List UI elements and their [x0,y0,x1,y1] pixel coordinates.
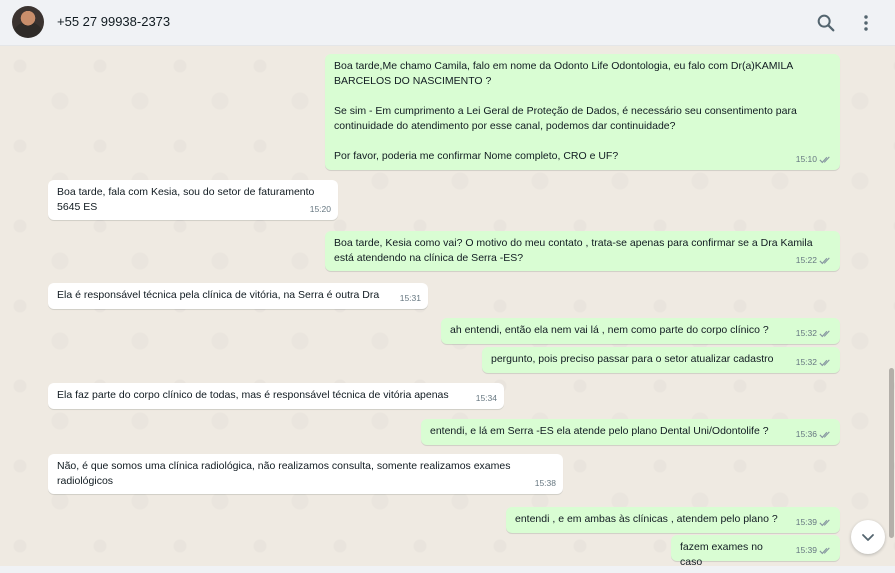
double-check-icon [819,519,830,527]
search-icon [817,14,835,32]
message-bubble-outgoing[interactable]: Boa tarde, Kesia como vai? O motivo do m… [325,231,840,271]
message-time: 15:32 [795,357,817,367]
menu-button[interactable] [855,12,877,34]
message-time: 15:34 [475,393,497,403]
message-bubble-outgoing[interactable]: entendi , e em ambas às clínicas , atend… [506,507,840,533]
double-check-icon [819,431,830,439]
message-text: entendi, e lá em Serra -ES ela atende pe… [430,425,769,437]
message-text: Boa tarde,Me chamo Camila, falo em nome … [334,60,797,162]
message-list[interactable]: Boa tarde,Me chamo Camila, falo em nome … [0,46,895,566]
double-check-icon [819,257,830,265]
message-time: 15:39 [795,517,817,527]
message-time: 15:32 [795,328,817,338]
message-bubble-outgoing[interactable]: pergunto, pois preciso passar para o set… [482,347,840,373]
message-time: 15:10 [795,154,817,164]
message-bubble-outgoing[interactable]: ah entendi, então ela nem vai lá , nem c… [441,318,840,344]
message-time: 15:31 [399,293,421,303]
message-bubble-outgoing[interactable]: Boa tarde,Me chamo Camila, falo em nome … [325,54,840,170]
composer-bar [0,566,895,573]
scroll-to-bottom-button[interactable] [851,520,885,554]
message-bubble-outgoing[interactable]: fazem exames no caso 15:39 [671,535,840,566]
message-time: 15:36 [795,429,817,439]
message-bubble-incoming[interactable]: Ela faz parte do corpo clínico de todas,… [48,383,504,409]
message-text: pergunto, pois preciso passar para o set… [491,353,774,365]
message-text: Boa tarde, fala com Kesia, sou do setor … [57,186,318,213]
message-bubble-outgoing[interactable]: entendi, e lá em Serra -ES ela atende pe… [421,419,840,445]
message-bubble-incoming[interactable]: Não, é que somos uma clínica radiológica… [48,454,563,494]
search-button[interactable] [815,12,837,34]
chevron-down-icon [862,534,874,541]
message-time: 15:22 [795,255,817,265]
message-time: 15:20 [309,204,331,214]
double-check-icon [819,547,830,555]
message-text: Boa tarde, Kesia como vai? O motivo do m… [334,237,816,264]
message-bubble-incoming[interactable]: Ela é responsável técnica pela clínica d… [48,283,428,309]
double-check-icon [819,330,830,338]
message-time: 15:39 [795,545,817,555]
message-text: entendi , e em ambas às clínicas , atend… [515,513,778,525]
message-bubble-incoming[interactable]: Boa tarde, fala com Kesia, sou do setor … [48,180,338,220]
scrollbar-thumb[interactable] [889,368,894,538]
message-text: Não, é que somos uma clínica radiológica… [57,460,514,487]
double-check-icon [819,359,830,367]
message-text: Ela faz parte do corpo clínico de todas,… [57,389,449,401]
double-check-icon [819,156,830,164]
message-time: 15:38 [534,478,556,488]
scrollbar[interactable] [889,46,895,566]
more-vertical-icon [864,15,868,31]
message-text: Ela é responsável técnica pela clínica d… [57,289,380,301]
chat-header: +55 27 99938-2373 [0,0,895,46]
contact-avatar[interactable] [12,6,44,38]
message-text: ah entendi, então ela nem vai lá , nem c… [450,324,769,336]
contact-name[interactable]: +55 27 99938-2373 [57,14,170,29]
